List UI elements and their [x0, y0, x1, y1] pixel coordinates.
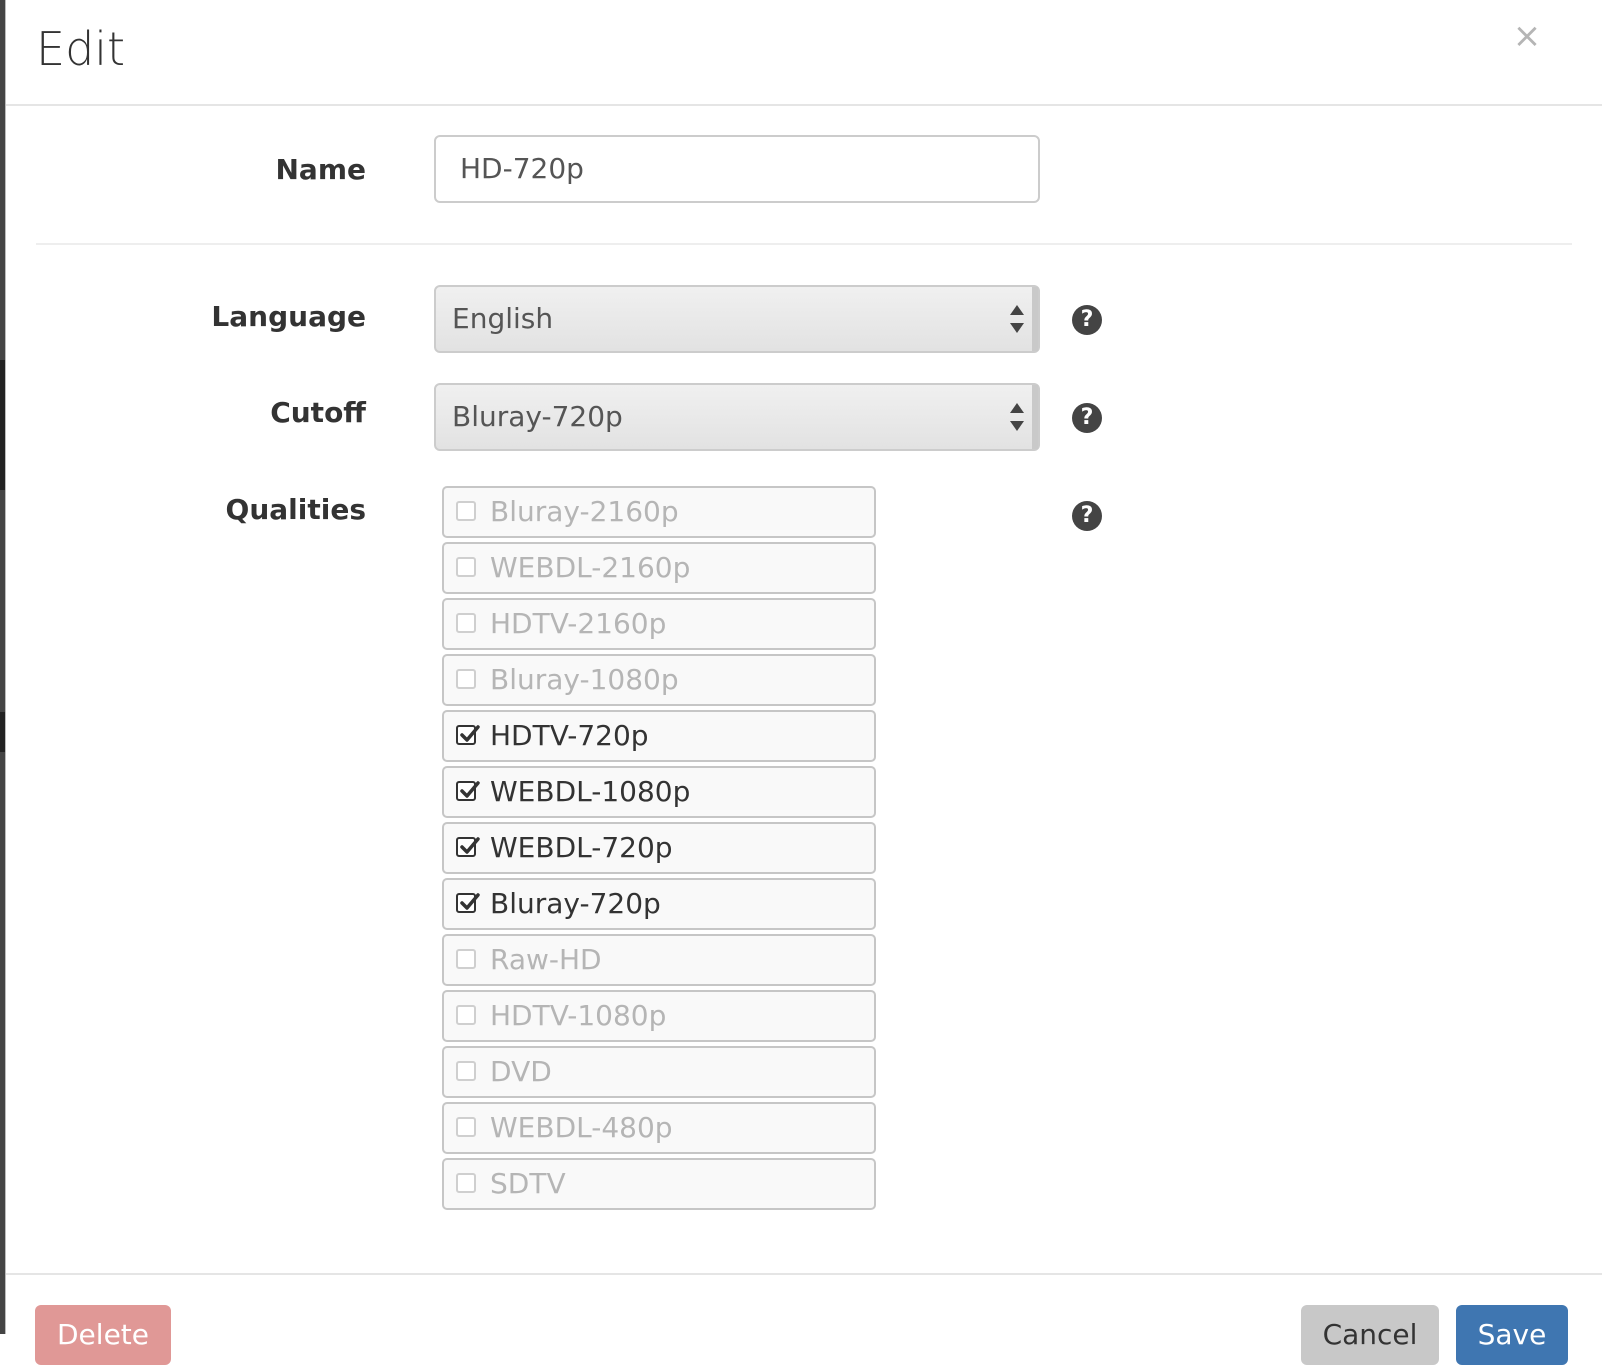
name-input[interactable]: HD-720p — [434, 135, 1040, 203]
check-square-icon[interactable] — [456, 781, 480, 801]
quality-item[interactable]: WEBDL-480p — [442, 1102, 876, 1154]
qualities-label: Qualities — [225, 493, 366, 526]
quality-item[interactable]: Bluray-2160p — [442, 486, 876, 538]
quality-label: Bluray-1080p — [490, 663, 679, 696]
modal-title: Edit — [36, 22, 126, 76]
sort-arrows-icon — [1010, 403, 1024, 431]
check-square-icon[interactable] — [456, 725, 480, 745]
name-label: Name — [275, 153, 367, 186]
quality-label: WEBDL-2160p — [490, 551, 691, 584]
question-circle-icon[interactable]: ? — [1072, 501, 1102, 531]
quality-label: DVD — [490, 1055, 552, 1088]
save-button[interactable]: Save — [1456, 1305, 1568, 1365]
quality-label: Bluray-720p — [490, 887, 661, 920]
language-label: Language — [211, 300, 366, 333]
quality-label: WEBDL-720p — [490, 831, 673, 864]
quality-label: WEBDL-480p — [490, 1111, 673, 1144]
checkbox-empty-icon[interactable] — [456, 669, 476, 689]
quality-item[interactable]: DVD — [442, 1046, 876, 1098]
checkbox-empty-icon[interactable] — [456, 613, 476, 633]
check-square-icon[interactable] — [456, 893, 480, 913]
cutoff-label: Cutoff — [270, 396, 366, 429]
quality-label: Raw-HD — [490, 943, 602, 976]
select-edge — [1032, 287, 1038, 351]
form-divider — [36, 243, 1572, 245]
quality-label: HDTV-2160p — [490, 607, 667, 640]
quality-item[interactable]: SDTV — [442, 1158, 876, 1210]
quality-item[interactable]: HDTV-2160p — [442, 598, 876, 650]
quality-item[interactable]: HDTV-720p — [442, 710, 876, 762]
cutoff-select[interactable]: Bluray-720p — [434, 383, 1040, 451]
quality-label: HDTV-1080p — [490, 999, 667, 1032]
qualities-list: Bluray-2160p WEBDL-2160p HDTV-2160p Bluray-… — [442, 486, 876, 1214]
checkbox-empty-icon[interactable] — [456, 1117, 476, 1137]
question-circle-icon[interactable]: ? — [1072, 305, 1102, 335]
delete-button[interactable]: Delete — [35, 1305, 171, 1365]
sort-arrows-icon — [1010, 305, 1024, 333]
checkbox-empty-icon[interactable] — [456, 949, 476, 969]
checkbox-empty-icon[interactable] — [456, 557, 476, 577]
quality-label: Bluray-2160p — [490, 495, 679, 528]
quality-item[interactable]: Bluray-720p — [442, 878, 876, 930]
quality-label: SDTV — [490, 1167, 566, 1200]
checkbox-empty-icon[interactable] — [456, 1061, 476, 1081]
modal-header: Edit × — [6, 0, 1602, 106]
edit-modal: Edit × Name HD-720p Language English ? C… — [5, 0, 1602, 1365]
cutoff-select-value: Bluray-720p — [452, 400, 623, 433]
close-icon[interactable]: × — [1509, 18, 1545, 54]
quality-item[interactable]: Raw-HD — [442, 934, 876, 986]
quality-item[interactable]: WEBDL-720p — [442, 822, 876, 874]
cancel-button[interactable]: Cancel — [1301, 1305, 1439, 1365]
quality-item[interactable]: Bluray-1080p — [442, 654, 876, 706]
check-square-icon[interactable] — [456, 837, 480, 857]
checkbox-empty-icon[interactable] — [456, 1005, 476, 1025]
language-select-value: English — [452, 302, 554, 335]
language-select[interactable]: English — [434, 285, 1040, 353]
quality-item[interactable]: WEBDL-1080p — [442, 766, 876, 818]
checkbox-empty-icon[interactable] — [456, 1173, 476, 1193]
quality-item[interactable]: HDTV-1080p — [442, 990, 876, 1042]
checkbox-empty-icon[interactable] — [456, 501, 476, 521]
select-edge — [1032, 385, 1038, 449]
quality-label: HDTV-720p — [490, 719, 649, 752]
question-circle-icon[interactable]: ? — [1072, 403, 1102, 433]
modal-footer: Delete Cancel Save — [6, 1273, 1602, 1365]
quality-label: WEBDL-1080p — [490, 775, 691, 808]
quality-item[interactable]: WEBDL-2160p — [442, 542, 876, 594]
